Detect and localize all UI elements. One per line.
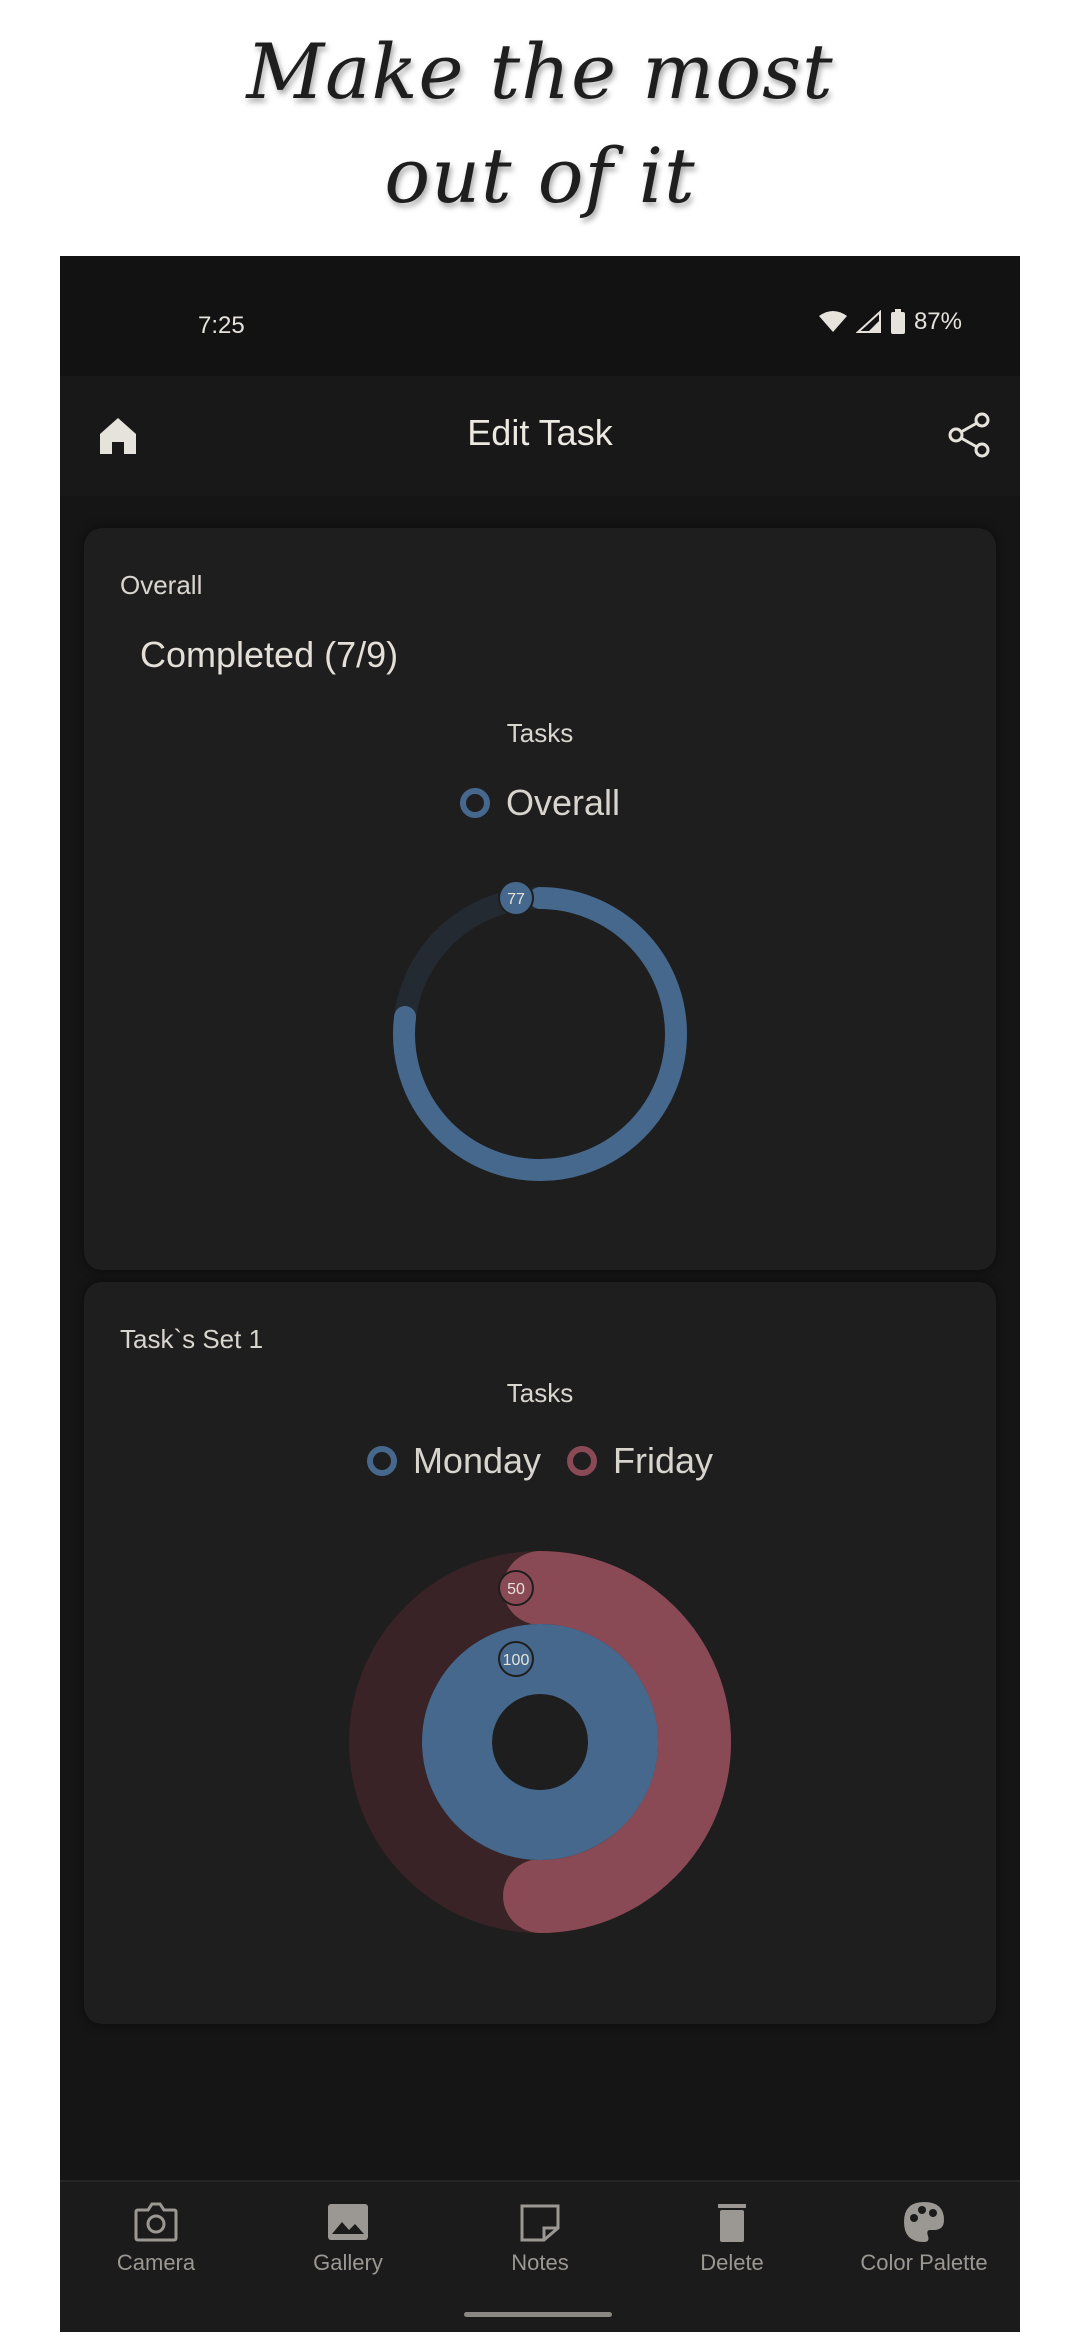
nav-gallery[interactable]: Gallery <box>252 2200 444 2276</box>
nav-color-palette[interactable]: Color Palette <box>828 2200 1020 2276</box>
monday-ring-arc-monday <box>422 1624 658 1860</box>
promo-line-1: Make the most <box>246 27 834 116</box>
status-bar: 7:25 87% <box>60 256 1020 376</box>
promo-headline: Make the most out of it <box>0 20 1080 228</box>
palette-icon <box>904 2202 944 2242</box>
nav-notes-label: Notes <box>511 2250 569 2275</box>
status-icons: 87% <box>818 308 962 336</box>
nav-notes[interactable]: Notes <box>444 2200 636 2276</box>
nav-camera-label: Camera <box>116 2250 196 2275</box>
app-bar: Edit Task <box>60 376 1020 496</box>
promo-line-2: out of it <box>384 131 696 220</box>
bottom-navigation: Camera Gallery Notes Delete Color Palett… <box>60 2180 1020 2332</box>
wifi-icon <box>818 311 847 332</box>
battery-percent: 87% <box>913 308 962 335</box>
task-set-card: Task`s Set 1 Tasks Monday Friday 50 100 <box>84 1282 996 2024</box>
nav-camera[interactable]: Camera <box>60 2200 252 2276</box>
nav-palette-label: Color Palette <box>860 2250 988 2275</box>
gallery-icon <box>328 2204 368 2240</box>
monday-ring-value-label-monday: 100 <box>503 1652 530 1669</box>
nav-delete[interactable]: Delete <box>636 2200 828 2276</box>
page-title: Edit Task <box>467 412 613 453</box>
task-set-donut-chart: 50 100 <box>349 1551 731 1933</box>
camera-icon <box>134 2202 178 2242</box>
friday-ring-value-label-friday: 50 <box>507 1581 525 1598</box>
status-time: 7:25 <box>198 312 245 339</box>
overall-card: Overall Completed (7/9) Tasks Overall 77 <box>84 528 996 1270</box>
nav-delete-label: Delete <box>700 2250 764 2275</box>
overall-donut-chart: 77 <box>393 880 687 1181</box>
overall-donut-value-label-overall: 77 <box>507 891 525 908</box>
trash-icon <box>718 2204 746 2242</box>
nav-gallery-label: Gallery <box>313 2250 383 2275</box>
phone-screen: 7:25 87% Edit Task Overall Completed (7/… <box>60 256 1020 2332</box>
battery-icon <box>890 309 905 334</box>
notes-icon <box>520 2204 560 2242</box>
gesture-handle <box>464 2312 612 2317</box>
cell-signal-icon <box>855 310 881 333</box>
share-icon[interactable] <box>946 412 992 458</box>
